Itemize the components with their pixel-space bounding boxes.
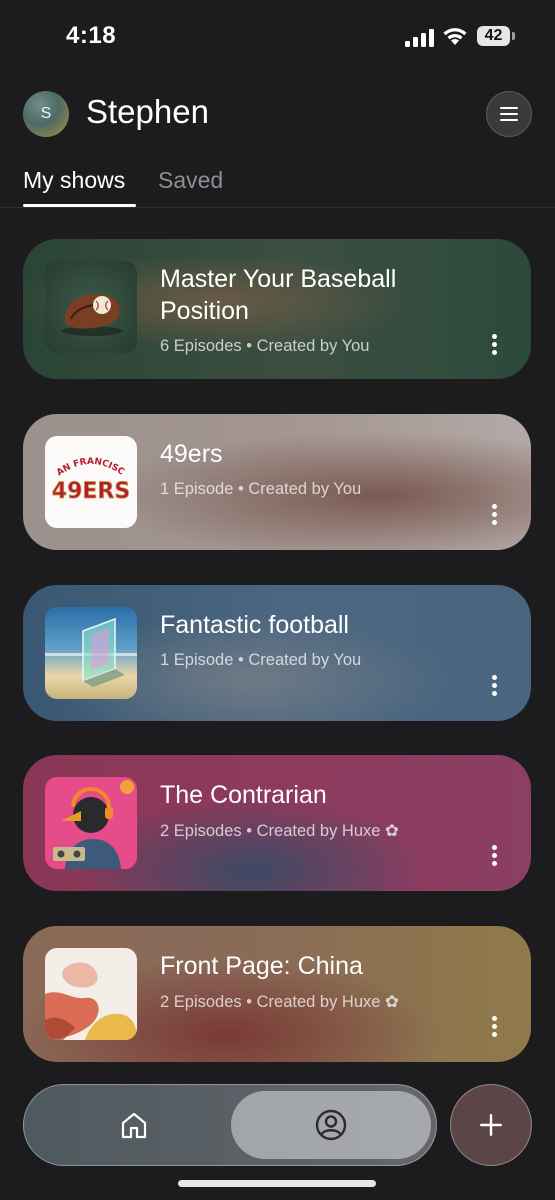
show-card-fantastic-football[interactable]: Fantastic football 1 Episode • Created b…: [23, 585, 531, 721]
show-meta: 1 Episode • Created by You: [160, 651, 361, 670]
creator-label: Created by You: [256, 337, 370, 355]
more-options-icon[interactable]: [485, 502, 505, 528]
bottom-nav: [23, 1084, 437, 1166]
huxe-badge-icon: ✿: [385, 993, 399, 1011]
episode-count: 1 Episode: [160, 480, 234, 498]
show-meta: 2 Episodes • Created by Huxe ✿: [160, 821, 399, 841]
show-title: Front Page: China: [160, 952, 363, 980]
meta-separator: •: [246, 993, 257, 1011]
plus-icon: [480, 1114, 502, 1136]
more-options-icon[interactable]: [485, 332, 505, 358]
show-card-front-page-china[interactable]: Front Page: China 2 Episodes • Created b…: [23, 926, 531, 1062]
episode-count: 2 Episodes: [160, 993, 242, 1011]
status-bar: 4:18 42: [0, 0, 555, 70]
show-thumbnail-china: [45, 948, 137, 1040]
episode-count: 1 Episode: [160, 651, 234, 669]
svg-text:SAN FRANCISCO: SAN FRANCISCO: [45, 436, 126, 478]
episode-count: 6 Episodes: [160, 337, 242, 355]
battery-icon: 42: [477, 26, 515, 46]
creator-label: Created by Huxe: [256, 822, 381, 840]
watercolor-art-icon: [45, 962, 137, 1040]
tabs-divider: [0, 207, 555, 208]
show-title: 49ers: [160, 440, 223, 468]
page-title: Stephen: [86, 93, 209, 130]
hamburger-icon: [500, 107, 518, 121]
show-title: Master Your Baseball Position: [160, 265, 397, 325]
avatar[interactable]: S: [23, 91, 69, 137]
show-meta: 2 Episodes • Created by Huxe ✿: [160, 992, 399, 1012]
show-card-the-contrarian[interactable]: The Contrarian 2 Episodes • Created by H…: [23, 755, 531, 891]
show-thumbnail-contrarian: [45, 777, 137, 869]
meta-separator: •: [237, 480, 249, 498]
show-card-baseball[interactable]: Master Your Baseball Position 6 Episodes…: [23, 239, 531, 379]
profile-icon: [315, 1109, 347, 1141]
show-title: Fantastic football: [160, 611, 349, 639]
meta-separator: •: [246, 337, 257, 355]
creator-label: Created by Huxe: [256, 993, 381, 1011]
show-title: The Contrarian: [160, 781, 327, 809]
nav-profile-button[interactable]: [231, 1091, 431, 1159]
tab-my-shows[interactable]: My shows: [23, 167, 125, 194]
status-time: 4:18: [66, 22, 117, 49]
more-options-icon[interactable]: [485, 843, 505, 869]
cellular-signal-icon: [405, 29, 434, 47]
show-thumbnail-49ers: SAN FRANCISCO 49ERS: [45, 436, 137, 528]
sf-logo-arc-text: SAN FRANCISCO: [45, 436, 126, 478]
show-meta: 1 Episode • Created by You: [160, 480, 361, 499]
show-card-49ers[interactable]: SAN FRANCISCO 49ERS 49ers 1 Episode • Cr…: [23, 414, 531, 550]
show-thumbnail-baseball: [45, 261, 137, 353]
menu-button[interactable]: [486, 91, 532, 137]
duck-character-icon: [53, 780, 134, 869]
add-show-button[interactable]: [450, 1084, 532, 1166]
glass-prism-icon: [45, 617, 137, 687]
49ers-logo-icon: SAN FRANCISCO 49ERS: [45, 436, 131, 504]
meta-separator: •: [246, 822, 257, 840]
sf-logo-number-text: 49ERS: [52, 479, 130, 504]
wifi-icon: [443, 28, 467, 45]
battery-level: 42: [484, 27, 503, 44]
home-icon: [121, 1112, 147, 1139]
creator-label: Created by You: [248, 480, 362, 498]
nav-home-button[interactable]: [112, 1103, 156, 1147]
baseball-glove-icon: [62, 293, 122, 336]
creator-label: Created by You: [248, 651, 362, 669]
episode-count: 2 Episodes: [160, 822, 242, 840]
more-options-icon[interactable]: [485, 673, 505, 699]
meta-separator: •: [237, 651, 249, 669]
show-thumbnail-football: [45, 607, 137, 699]
avatar-initial: S: [40, 105, 52, 122]
huxe-badge-icon: ✿: [385, 822, 399, 840]
more-options-icon[interactable]: [485, 1014, 505, 1040]
show-meta: 6 Episodes • Created by You: [160, 337, 369, 356]
home-indicator: [178, 1180, 376, 1187]
tab-saved[interactable]: Saved: [158, 167, 223, 194]
